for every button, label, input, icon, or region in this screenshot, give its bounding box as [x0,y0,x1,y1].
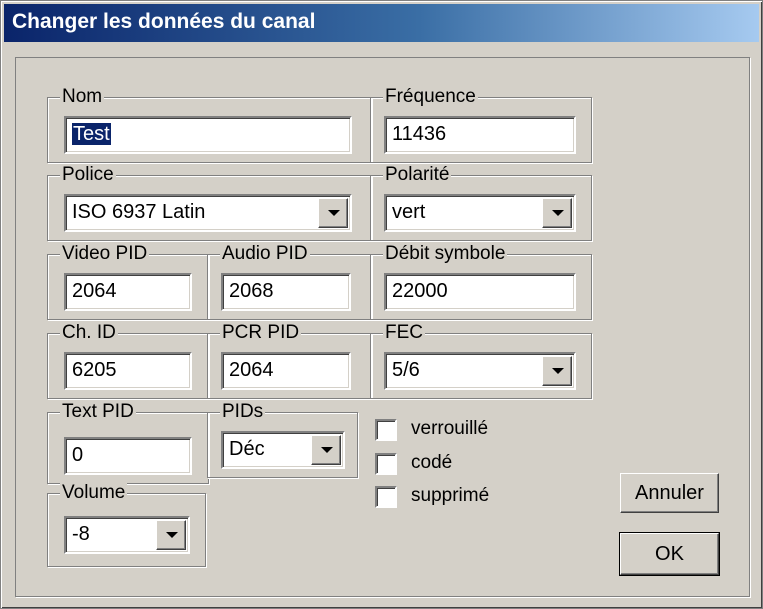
group-fec: FEC 5/6 [370,322,592,399]
group-text-pid: Text PID 0 [47,401,209,484]
checkbox-label: supprimé [411,485,490,506]
group-pids: PIDs Déc [207,401,358,478]
cancel-button[interactable]: Annuler [620,473,719,513]
polarite-value: vert [392,201,426,223]
chevron-down-icon[interactable] [311,435,341,465]
volume-value: -8 [72,523,90,545]
group-volume: Volume -8 [47,482,206,567]
label-fec: FEC [383,322,425,344]
volume-select[interactable]: -8 [64,516,190,554]
chevron-down-icon[interactable] [318,198,348,228]
checkbox-box[interactable] [375,453,397,475]
group-debit-symbole: Débit symbole 22000 [370,243,592,320]
label-ch-id: Ch. ID [60,322,118,344]
police-select[interactable]: ISO 6937 Latin [64,194,352,232]
audio-pid-input[interactable]: 2068 [221,273,351,311]
group-police: Police ISO 6937 Latin [47,164,372,241]
debit-symbole-input[interactable]: 22000 [384,273,576,311]
fec-value: 5/6 [392,359,420,381]
polarite-select[interactable]: vert [384,194,576,232]
police-value: ISO 6937 Latin [72,201,206,223]
dialog-title: Changer les données du canal [12,10,316,33]
group-ch-id: Ch. ID 6205 [47,322,209,399]
checkbox-label: codé [411,452,453,473]
label-volume: Volume [60,482,128,504]
fec-select[interactable]: 5/6 [384,352,576,390]
checkbox-box[interactable] [375,419,397,441]
label-audio-pid: Audio PID [220,243,310,265]
nom-input[interactable]: Test [64,116,352,154]
group-frequence: Fréquence 11436 [370,86,592,163]
group-nom: Nom Test [47,86,372,163]
dialog-window: Changer les données du canal Nom Test Fr… [0,0,763,609]
checkbox-supprime[interactable]: supprimé [375,484,555,510]
label-frequence: Fréquence [383,86,478,108]
ok-button[interactable]: OK [619,532,720,576]
label-debit-symbole: Débit symbole [383,243,508,265]
group-pcr-pid: PCR PID 2064 [207,322,372,399]
label-nom: Nom [60,86,105,108]
checkbox-verrouille[interactable]: verrouillé [375,417,555,443]
chevron-down-icon[interactable] [542,356,572,386]
label-pids: PIDs [220,401,266,423]
label-video-pid: Video PID [60,243,150,265]
text-pid-input[interactable]: 0 [64,437,192,475]
label-polarite: Polarité [383,164,452,186]
video-pid-input[interactable]: 2064 [64,273,192,311]
pids-select[interactable]: Déc [221,431,345,469]
label-pcr-pid: PCR PID [220,322,302,344]
checkbox-box[interactable] [375,486,397,508]
nom-value: Test [72,123,111,145]
chevron-down-icon[interactable] [542,198,572,228]
pids-value: Déc [229,438,265,460]
label-text-pid: Text PID [60,401,136,423]
pcr-pid-input[interactable]: 2064 [221,352,351,390]
chevron-down-icon[interactable] [156,520,186,550]
group-audio-pid: Audio PID 2068 [207,243,372,320]
group-video-pid: Video PID 2064 [47,243,209,320]
frequence-input[interactable]: 11436 [384,116,576,154]
label-police: Police [60,164,116,186]
ch-id-input[interactable]: 6205 [64,352,192,390]
checkbox-code[interactable]: codé [375,451,555,477]
group-polarite: Polarité vert [370,164,592,241]
checkbox-label: verrouillé [411,418,489,439]
title-bar[interactable]: Changer les données du canal [4,4,759,42]
